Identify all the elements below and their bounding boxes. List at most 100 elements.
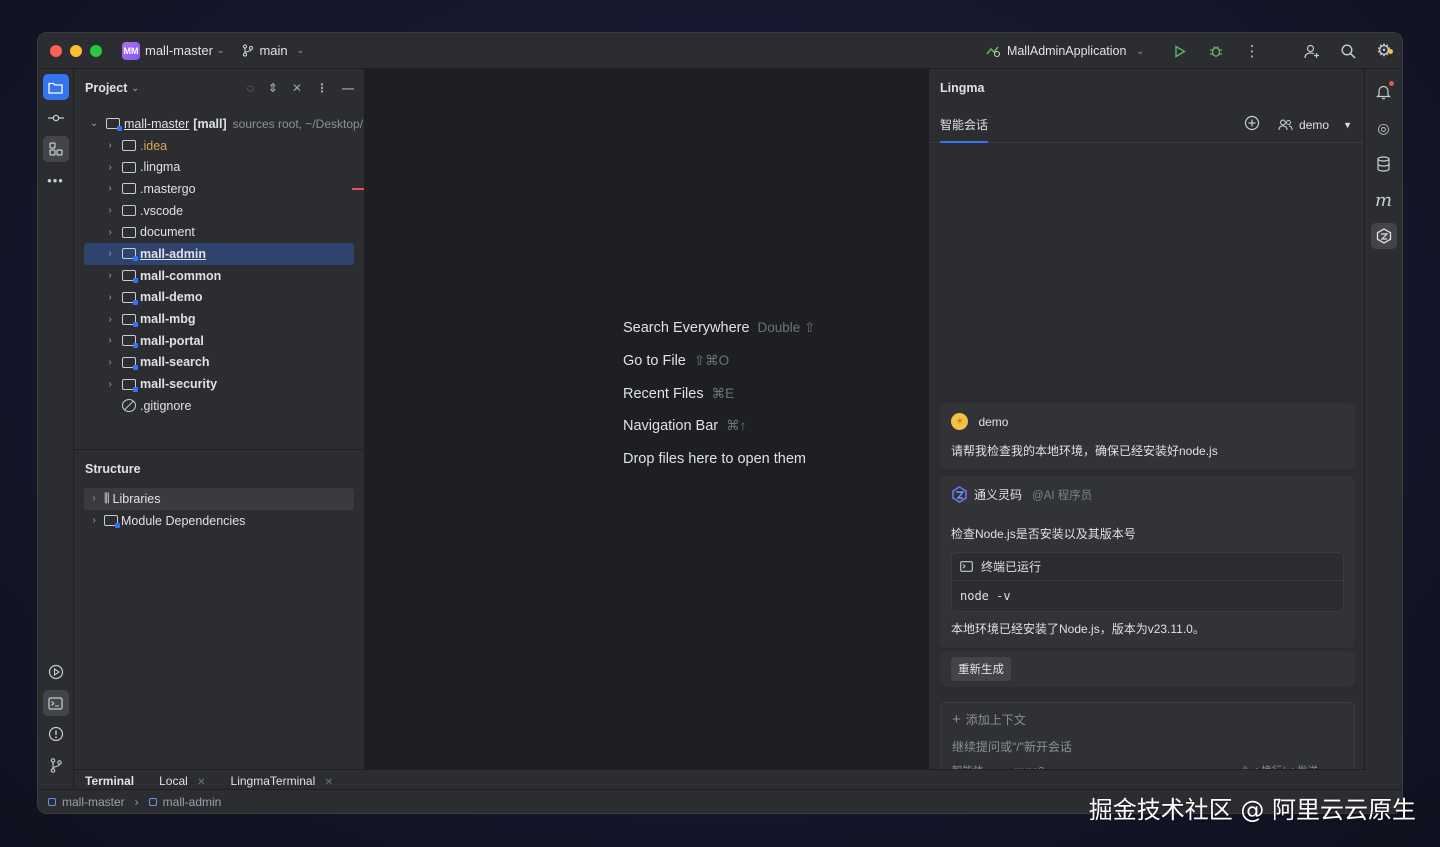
terminal-tool-button[interactable] (42, 690, 69, 716)
tree-item-label: document (140, 225, 195, 240)
tree-item-idea[interactable]: › .idea (74, 135, 364, 157)
tree-item-mall-mbg[interactable]: › mall-mbg (74, 308, 364, 330)
collapse-all-icon[interactable]: ✕ (292, 81, 302, 95)
minimize-window-button[interactable] (70, 44, 82, 57)
project-panel-tools: ◌ ⇕ ✕ ⋮ — (247, 81, 354, 95)
terminal-title: Terminal (85, 773, 135, 788)
lingma-tabs: 智能会话 demo ▼ (929, 107, 1366, 143)
titlebar-actions: MallAdminApplication ⌄ ⋮ ⚙ (985, 33, 1402, 69)
add-context-button[interactable]: + 添加上下文 (952, 711, 1343, 728)
chevron-right-icon[interactable]: › (104, 140, 116, 151)
more-horizontal-icon: ••• (47, 172, 64, 188)
ai-assistant-button[interactable]: ◎ (1371, 115, 1397, 141)
chevron-right-icon[interactable]: › (104, 357, 116, 368)
expand-all-icon[interactable]: ⇕ (268, 81, 278, 95)
tree-item-mall-demo[interactable]: › mall-demo (74, 287, 364, 309)
chevron-down-icon[interactable]: ⌄ (88, 118, 100, 129)
tree-item-document[interactable]: › document (74, 221, 364, 243)
branch-switcher[interactable]: main ⌄ (242, 43, 304, 58)
chevron-right-icon[interactable]: › (104, 292, 116, 303)
chat-input-placeholder[interactable]: 继续提问或"/"新开会话 (952, 738, 1343, 755)
structure-item-label: Libraries (112, 491, 161, 506)
more-tools-button[interactable]: ••• (43, 167, 69, 193)
search-button[interactable] (1330, 43, 1366, 59)
user-selector[interactable]: demo ▼ (1278, 118, 1352, 132)
close-icon[interactable]: ✕ (197, 777, 205, 788)
chevron-right-icon[interactable]: › (104, 379, 116, 390)
terminal-command: node -v (960, 589, 1011, 603)
project-tree: ⌄ mall-master [mall] sources root, ~/Des… (74, 113, 364, 417)
user-plus-icon (1304, 44, 1319, 58)
notification-dot (1388, 49, 1393, 54)
tree-item-mall-portal[interactable]: › mall-portal (74, 330, 364, 352)
commit-tool-button[interactable] (43, 105, 69, 131)
services-tool-button[interactable] (43, 659, 69, 685)
structure-item-libraries[interactable]: › ⫼ Libraries (84, 488, 354, 510)
add-user-button[interactable] (1294, 44, 1330, 59)
tab-local[interactable]: Local ✕ (159, 774, 205, 788)
notifications-button[interactable] (1371, 79, 1397, 105)
tree-item-mall-admin[interactable]: › mall-admin (84, 243, 354, 265)
maven-button[interactable]: m (1371, 187, 1397, 213)
folder-icon (122, 140, 136, 152)
tree-item-mall-search[interactable]: › mall-search (74, 352, 364, 374)
chevron-right-icon[interactable]: › (88, 493, 100, 504)
tree-item-label: mall-search (140, 355, 210, 370)
options-icon[interactable]: ⋮ (316, 81, 328, 95)
tree-item-mall-security[interactable]: › mall-security (74, 373, 364, 395)
chevron-right-icon[interactable]: › (104, 314, 116, 325)
project-view-selector[interactable]: Project (85, 81, 127, 95)
editor-area[interactable]: Search Everywhere Double ⇧ Go to File ⇧⌘… (365, 69, 928, 789)
project-tool-button[interactable] (42, 74, 69, 100)
more-actions-button[interactable]: ⋮ (1234, 42, 1270, 60)
chevron-right-icon[interactable]: › (104, 162, 116, 173)
close-window-button[interactable] (50, 44, 62, 57)
zoom-window-button[interactable] (90, 44, 102, 57)
tree-item-gitignore[interactable]: .gitignore (74, 395, 364, 417)
hint-label: Drop files here to open them (623, 451, 806, 468)
ai-message-card: 通义灵码 @AI 程序员 检查Node.js是否安装以及其版本号 终端已运行 n… (940, 476, 1355, 648)
chevron-down-icon: ⌄ (216, 45, 225, 55)
tab-lingma-terminal[interactable]: LingmaTerminal ✕ (231, 774, 333, 788)
ai-tag: @AI 程序员 (1032, 489, 1093, 502)
tab-smart-chat[interactable]: 智能会话 (940, 107, 989, 143)
tree-item-label: mall-common (140, 268, 222, 283)
tree-item-mall-common[interactable]: › mall-common (74, 265, 364, 287)
chevron-right-icon[interactable]: › (104, 227, 116, 238)
chevron-right-icon[interactable]: › (88, 515, 100, 526)
settings-button[interactable]: ⚙ (1366, 41, 1402, 61)
locate-icon[interactable]: ◌ (247, 81, 254, 95)
git-branch-icon (50, 757, 62, 773)
close-icon[interactable]: ✕ (325, 777, 333, 788)
tree-root[interactable]: ⌄ mall-master [mall] sources root, ~/Des… (74, 113, 364, 135)
search-icon (1340, 43, 1356, 59)
problems-tool-button[interactable] (43, 721, 69, 747)
breadcrumb-project[interactable]: mall-master (62, 795, 125, 809)
tree-item-vscode[interactable]: › .vscode (74, 200, 364, 222)
tree-item-lingma[interactable]: › .lingma (74, 156, 364, 178)
breadcrumb-module[interactable]: mall-admin (163, 795, 222, 809)
tree-item-mastergo[interactable]: › .mastergo (74, 178, 364, 200)
chevron-right-icon[interactable]: › (104, 248, 116, 259)
chevron-right-icon[interactable]: › (104, 183, 116, 194)
hide-panel-icon[interactable]: — (342, 81, 354, 95)
git-tool-button[interactable] (43, 752, 69, 778)
window-controls (50, 44, 102, 57)
run-configuration-selector[interactable]: MallAdminApplication ⌄ (985, 44, 1144, 58)
debug-button[interactable] (1198, 44, 1234, 58)
structure-item-module-deps[interactable]: › Module Dependencies (74, 510, 364, 532)
regenerate-button[interactable]: 重新生成 (951, 657, 1011, 681)
services-icon (48, 664, 63, 680)
ai-result-text: 本地环境已经安装了Node.js，版本为v23.11.0。 (951, 622, 1205, 636)
project-switcher[interactable]: mall-master (145, 43, 213, 58)
chevron-right-icon[interactable]: › (104, 205, 116, 216)
database-button[interactable] (1371, 151, 1397, 177)
terminal-icon (960, 561, 973, 572)
chevron-right-icon[interactable]: › (104, 270, 116, 281)
lingma-button[interactable] (1370, 223, 1397, 249)
add-context-label: 添加上下文 (965, 713, 1026, 727)
new-chat-button[interactable] (1244, 115, 1260, 134)
chevron-right-icon[interactable]: › (104, 335, 116, 346)
run-button[interactable] (1162, 44, 1198, 58)
structure-tool-button[interactable] (42, 136, 69, 162)
